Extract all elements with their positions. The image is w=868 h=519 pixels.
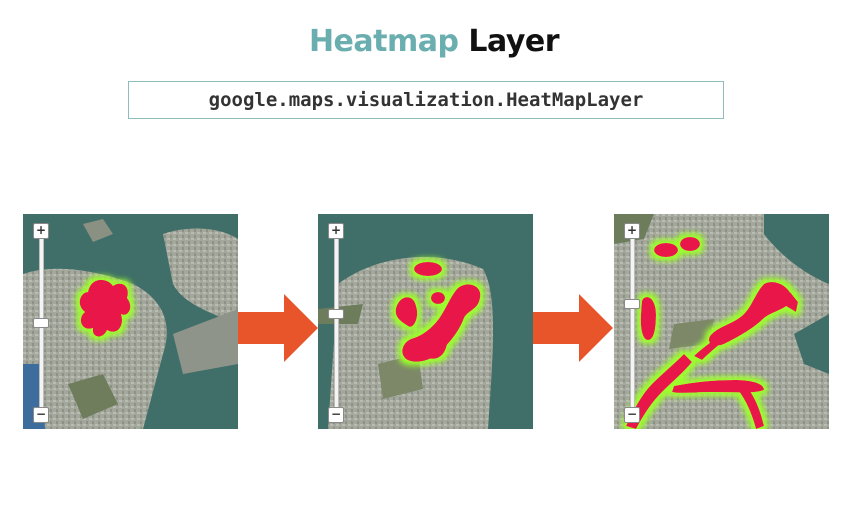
- arrow-icon: [238, 294, 318, 362]
- zoom-track[interactable]: [630, 239, 635, 411]
- map-2-imagery: [318, 214, 533, 429]
- zoom-out-button[interactable]: −: [624, 407, 640, 423]
- title-highlight: Heatmap: [308, 24, 459, 59]
- zoom-in-button[interactable]: +: [33, 223, 49, 239]
- zoom-slider-handle[interactable]: [33, 318, 49, 328]
- zoom-in-button[interactable]: +: [624, 223, 640, 239]
- arrow-icon: [533, 294, 613, 362]
- zoom-in-button[interactable]: +: [328, 223, 344, 239]
- zoom-control-3: + −: [624, 223, 640, 423]
- zoom-out-button[interactable]: −: [328, 407, 344, 423]
- zoom-track[interactable]: [334, 239, 339, 411]
- zoom-slider-handle[interactable]: [624, 299, 640, 309]
- code-snippet: google.maps.visualization.HeatMapLayer: [208, 89, 644, 111]
- zoom-control-2: + −: [328, 223, 344, 423]
- code-snippet-box: google.maps.visualization.HeatMapLayer: [128, 81, 724, 119]
- zoom-out-button[interactable]: −: [33, 407, 49, 423]
- map-3-imagery: [614, 214, 829, 429]
- heatmap-map-2[interactable]: + −: [318, 214, 533, 429]
- heatmap-map-1[interactable]: + −: [23, 214, 238, 429]
- title-rest: Layer: [468, 24, 560, 59]
- map-1-imagery: [23, 214, 238, 429]
- heatmap-map-3[interactable]: + −: [614, 214, 829, 429]
- zoom-slider-handle[interactable]: [328, 309, 344, 319]
- page-title: Heatmap Layer: [0, 24, 868, 59]
- zoom-control-1: + −: [33, 223, 49, 423]
